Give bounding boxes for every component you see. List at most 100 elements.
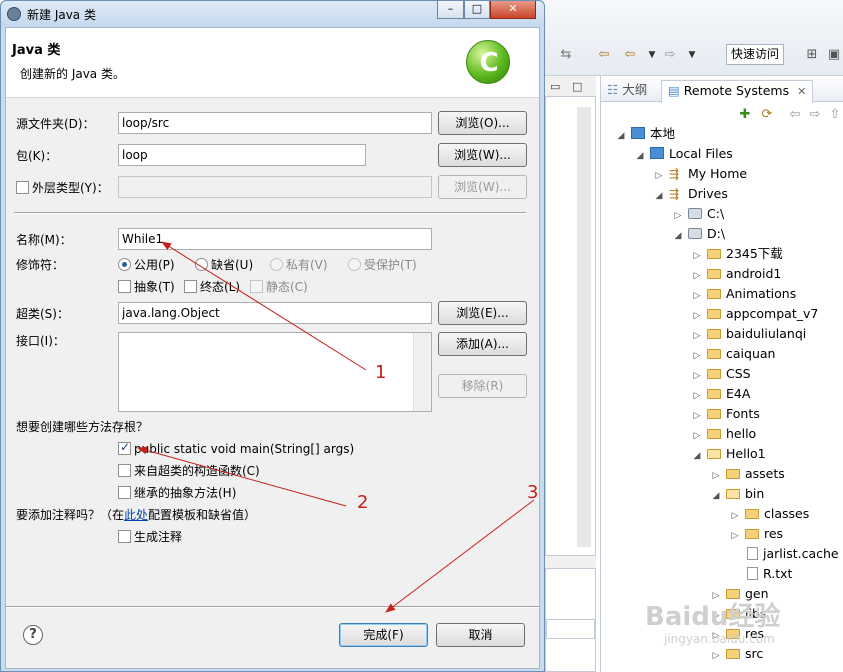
tree-item[interactable]: ▷ CSS	[691, 364, 751, 384]
toolbar-back-annotation-icon[interactable]: ⇦	[596, 47, 612, 63]
source-folder-browse-button[interactable]: 浏览(O)...	[438, 111, 527, 135]
console-input[interactable]	[546, 619, 595, 639]
tab-remote-systems[interactable]: ▤ Remote Systems ✕	[661, 80, 814, 103]
help-button[interactable]: ?	[23, 625, 43, 645]
title-bar[interactable]: 新建 Java 类 – □ ✕	[1, 1, 544, 27]
tree-item[interactable]: jarlist.cache	[729, 544, 839, 564]
tree-item[interactable]: ▷ android1	[691, 264, 782, 286]
expand-icon[interactable]: ▷	[672, 206, 684, 226]
collapse-icon[interactable]: ◢	[710, 486, 722, 506]
forward-icon[interactable]: ⇨	[807, 107, 823, 123]
tree-item[interactable]: ◢ bin	[710, 484, 765, 506]
up-icon[interactable]: ⇧	[827, 107, 843, 123]
main-method-checkbox[interactable]	[118, 440, 131, 455]
cancel-button[interactable]: 取消	[436, 623, 525, 647]
collapse-icon[interactable]: ◢	[672, 226, 684, 246]
abstract-checkbox[interactable]	[118, 280, 131, 293]
tree-item[interactable]: ▷ hello	[691, 424, 757, 446]
expand-icon[interactable]: ▷	[691, 406, 703, 426]
protected-radio[interactable]	[348, 258, 361, 271]
expand-icon[interactable]: ▷	[729, 506, 741, 526]
chevron-down-icon[interactable]: ▼	[684, 47, 700, 63]
finish-button[interactable]: 完成(F)	[339, 623, 428, 647]
tree-item[interactable]: ▷ 2345下载	[691, 244, 783, 264]
remove-interface-button[interactable]: 移除(R)	[438, 374, 527, 398]
tree-item[interactable]: ◢ ⇶ Drives	[653, 184, 728, 204]
inherited-methods-checkbox[interactable]	[118, 486, 131, 499]
enclosing-type-browse-button[interactable]: 浏览(W)...	[438, 175, 527, 199]
expand-icon[interactable]: ▷	[691, 366, 703, 386]
tree-item[interactable]: ◢ 本地	[615, 124, 675, 144]
expand-icon[interactable]: ▷	[691, 306, 703, 326]
toolbar-forward-icon[interactable]: ⇨	[662, 47, 678, 63]
superclass-input[interactable]	[118, 302, 432, 324]
expand-icon[interactable]: ▷	[691, 346, 703, 366]
new-connection-icon[interactable]: ✚	[737, 107, 753, 123]
collapse-icon[interactable]: ◢	[615, 126, 627, 146]
toolbar-back-icon[interactable]: ⇦	[622, 47, 638, 63]
expand-icon[interactable]: ▷	[691, 326, 703, 346]
class-name-input[interactable]	[118, 228, 432, 250]
console-pane[interactable]	[545, 568, 596, 672]
expand-icon[interactable]: ▷	[691, 266, 703, 286]
package-input[interactable]	[118, 144, 366, 166]
tab-outline[interactable]: ☷ 大纲	[607, 80, 647, 102]
tree-item[interactable]: ▷ assets	[710, 464, 785, 484]
tree-item[interactable]: ▷ appcompat_v7	[691, 304, 819, 326]
editor-scrollbar[interactable]	[577, 107, 591, 547]
tree-item[interactable]: R.txt	[729, 564, 792, 584]
tree-item[interactable]: ◢ Local Files	[634, 144, 733, 164]
chevron-down-icon[interactable]: ▼	[644, 47, 660, 63]
tree-item[interactable]: ◢ D:\	[672, 224, 726, 246]
toolbar-nav-icon[interactable]: ⇆	[558, 47, 574, 63]
tree-item[interactable]: ▷ ⇶ My Home	[653, 164, 748, 186]
tree-item[interactable]: ▷ classes	[729, 504, 810, 526]
private-radio[interactable]	[270, 258, 283, 271]
tree-item[interactable]: ▷ E4A	[691, 384, 751, 406]
tree-item[interactable]: ◢ Hello1	[691, 444, 766, 464]
close-button[interactable]: ✕	[490, 1, 536, 19]
collapse-icon[interactable]: ◢	[653, 186, 665, 206]
interfaces-scrollbar[interactable]	[413, 333, 431, 411]
tree-item[interactable]: ▷ Fonts	[691, 404, 760, 424]
final-checkbox[interactable]	[184, 280, 197, 293]
minimize-icon[interactable]: ▭	[550, 80, 560, 93]
minimize-button[interactable]: –	[437, 1, 464, 19]
close-icon[interactable]: ✕	[797, 85, 806, 98]
enclosing-type-input[interactable]	[118, 176, 432, 198]
expand-icon[interactable]: ▷	[653, 166, 665, 186]
tree-item[interactable]: ▷ src	[710, 644, 764, 666]
refresh-icon[interactable]: ⟳	[759, 107, 775, 123]
back-icon[interactable]: ⇦	[787, 107, 803, 123]
tree-item[interactable]: ▷ caiquan	[691, 344, 776, 366]
maximize-icon[interactable]: □	[572, 80, 582, 93]
open-perspective-icon[interactable]: ⊞	[804, 47, 820, 63]
expand-icon[interactable]: ▷	[729, 526, 741, 546]
enclosing-type-checkbox[interactable]	[16, 181, 29, 194]
perspective-icon[interactable]: ▣	[826, 47, 842, 63]
source-folder-input[interactable]	[118, 112, 432, 134]
expand-icon[interactable]: ▷	[691, 286, 703, 306]
editor-pane[interactable]	[545, 96, 596, 556]
collapse-icon[interactable]: ◢	[691, 446, 703, 466]
tree-item[interactable]: ▷ baiduliulanqi	[691, 324, 807, 346]
tree-item[interactable]: ▷ res	[729, 524, 784, 546]
superclass-browse-button[interactable]: 浏览(E)...	[438, 301, 527, 325]
default-radio[interactable]	[195, 258, 208, 271]
configure-templates-link[interactable]: 此处	[124, 508, 148, 522]
expand-icon[interactable]: ▷	[710, 466, 722, 486]
tree-item[interactable]: ▷ C:\	[672, 204, 725, 226]
constructors-checkbox[interactable]	[118, 464, 131, 477]
package-browse-button[interactable]: 浏览(W)...	[438, 143, 527, 167]
expand-icon[interactable]: ▷	[691, 246, 703, 266]
generate-comments-checkbox[interactable]	[118, 530, 131, 543]
collapse-icon[interactable]: ◢	[634, 146, 646, 166]
expand-icon[interactable]: ▷	[710, 646, 722, 666]
maximize-button[interactable]: □	[464, 1, 490, 19]
expand-icon[interactable]: ▷	[691, 426, 703, 446]
add-interface-button[interactable]: 添加(A)...	[438, 332, 527, 356]
tree-item[interactable]: ▷ Animations	[691, 284, 797, 306]
public-radio[interactable]	[118, 258, 131, 271]
expand-icon[interactable]: ▷	[691, 386, 703, 406]
quick-access-input[interactable]: 快速访问	[726, 44, 784, 65]
